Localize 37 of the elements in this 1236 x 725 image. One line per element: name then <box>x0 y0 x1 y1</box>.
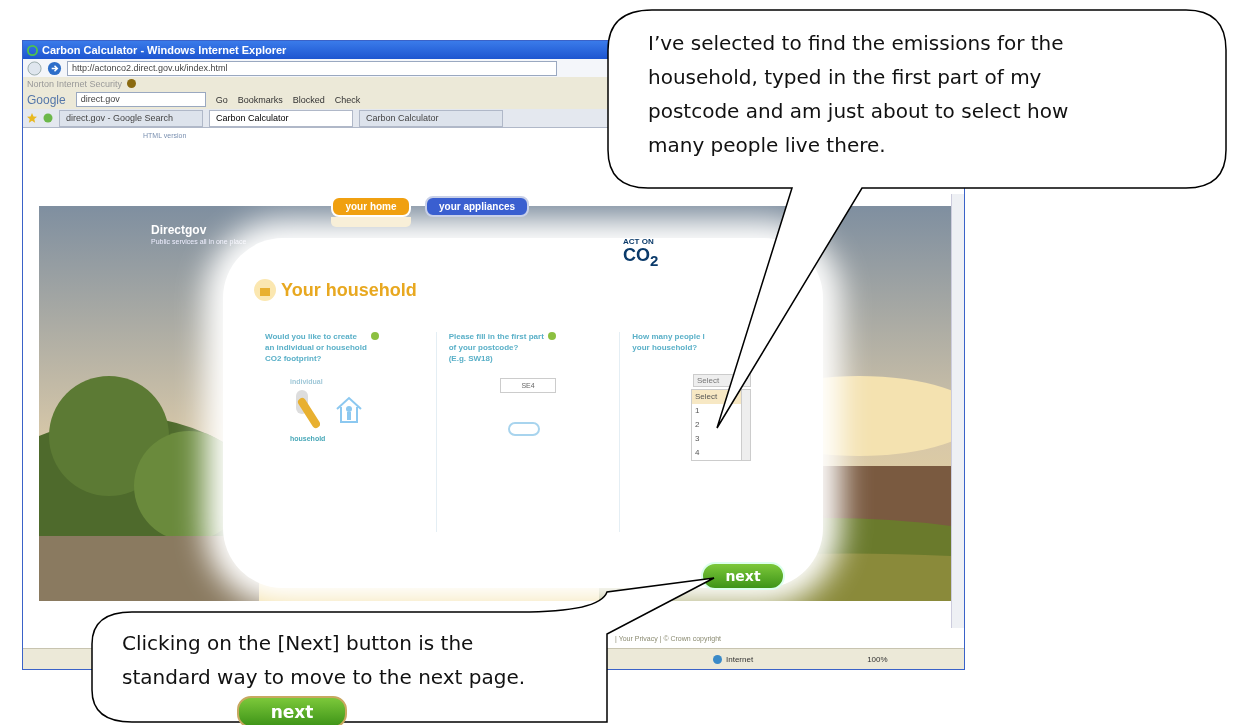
toolbar-button[interactable]: Blocked <box>292 94 325 105</box>
search-field[interactable]: direct.gov <box>75 92 206 107</box>
browser-tab[interactable]: Carbon Calculator <box>209 109 353 127</box>
toolbar-label: Norton Internet Security <box>27 78 123 89</box>
scrollbar[interactable] <box>741 389 750 460</box>
dropdown-option[interactable]: 4 <box>692 445 741 460</box>
browser-logo-icon <box>27 44 38 56</box>
callout-text: I’ve selected to find the emissions for the household, typed in the first part of my postcode and am just about to select how many people live there. <box>648 31 1069 157</box>
dropdown-option[interactable]: 2 <box>692 417 741 432</box>
site-brand: Directgov <box>151 223 207 237</box>
forward-icon[interactable] <box>47 60 62 76</box>
address-field[interactable]: http://actonco2.direct.gov.uk/index.html <box>67 60 557 76</box>
callout-text: Clicking on the [Next] button is the standard way to move to the next page. <box>122 631 526 689</box>
logo: ACT ON CO$_{2}$ <box>623 238 659 268</box>
status-dot-icon[interactable] <box>127 79 137 88</box>
security-zone: Internet <box>726 654 754 664</box>
dropdown-option[interactable]: 3 <box>692 431 741 446</box>
globe-icon <box>713 654 722 664</box>
question-text: How many people l your household? <box>632 332 705 354</box>
panel-title: Your household <box>281 279 417 301</box>
toolbar-button[interactable]: Check <box>334 94 361 105</box>
window-title: Carbon Calculator - Windows Internet Explorer <box>42 44 287 56</box>
question-text: Would you like to create an individual or household CO2 footprint? <box>265 332 367 365</box>
toolbar-button[interactable]: Go <box>215 94 228 105</box>
browser-tab[interactable]: direct.gov - Google Search <box>59 109 203 127</box>
zoom-level[interactable]: 100% <box>867 654 888 664</box>
toolbar-button[interactable]: Bookmarks <box>237 94 283 105</box>
scrollbar[interactable] <box>951 194 964 628</box>
favorites-star-icon[interactable] <box>27 113 37 123</box>
dropdown-option[interactable]: 1 <box>692 403 741 418</box>
nav-tab[interactable]: your appliances <box>425 196 530 217</box>
browser-tab[interactable]: Carbon Calculator <box>359 109 503 127</box>
back-icon[interactable] <box>27 60 42 76</box>
help-icon[interactable] <box>370 332 379 340</box>
question-text: Please fill in the first part of your postcode? (E.g. SW18) <box>448 332 544 365</box>
help-icon[interactable] <box>547 332 556 340</box>
toolbar-brand: Google <box>27 92 66 107</box>
